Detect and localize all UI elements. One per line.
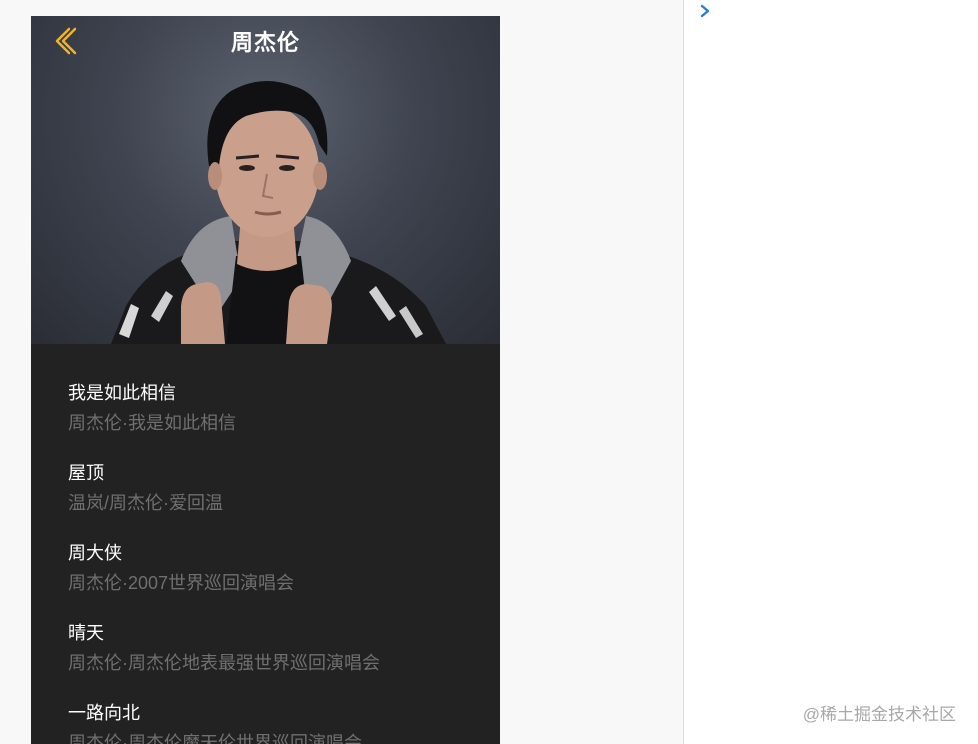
song-item[interactable]: 屋顶 温岚/周杰伦·爱回温 — [68, 462, 488, 514]
song-subtitle: 周杰伦·我是如此相信 — [68, 413, 236, 433]
song-subtitle: 周杰伦·2007世界巡回演唱会 — [68, 573, 295, 593]
song-title: 一路向北 — [68, 703, 140, 723]
watermark: @稀土掘金技术社区 — [802, 705, 956, 724]
page-title: 周杰伦 — [230, 30, 300, 55]
song-subtitle: 温岚/周杰伦·爱回温 — [68, 493, 223, 513]
expand-arrow-icon[interactable] — [698, 3, 712, 19]
song-item[interactable]: 周大侠 周杰伦·2007世界巡回演唱会 — [68, 542, 488, 594]
artist-photo — [111, 81, 446, 344]
screen: 周杰伦 我是如此相信 周杰伦·我是如此相信 屋顶 温岚/周杰伦·爱回温 周大侠 … — [0, 0, 978, 744]
song-title: 我是如此相信 — [68, 383, 176, 403]
song-subtitle: 周杰伦·周杰伦魔天伦世界巡回演唱会 — [68, 733, 362, 744]
song-title: 周大侠 — [68, 543, 122, 563]
song-item[interactable]: 晴天 周杰伦·周杰伦地表最强世界巡回演唱会 — [68, 622, 488, 674]
song-title: 晴天 — [68, 623, 104, 643]
song-item[interactable]: 一路向北 周杰伦·周杰伦魔天伦世界巡回演唱会 — [68, 702, 488, 744]
song-title: 屋顶 — [68, 463, 104, 483]
mobile-preview: 周杰伦 我是如此相信 周杰伦·我是如此相信 屋顶 温岚/周杰伦·爱回温 周大侠 … — [31, 16, 500, 744]
artist-hero: 周杰伦 — [31, 16, 500, 344]
inspector-pane — [684, 0, 978, 744]
song-item[interactable]: 我是如此相信 周杰伦·我是如此相信 — [68, 382, 488, 434]
song-subtitle: 周杰伦·周杰伦地表最强世界巡回演唱会 — [68, 653, 380, 673]
